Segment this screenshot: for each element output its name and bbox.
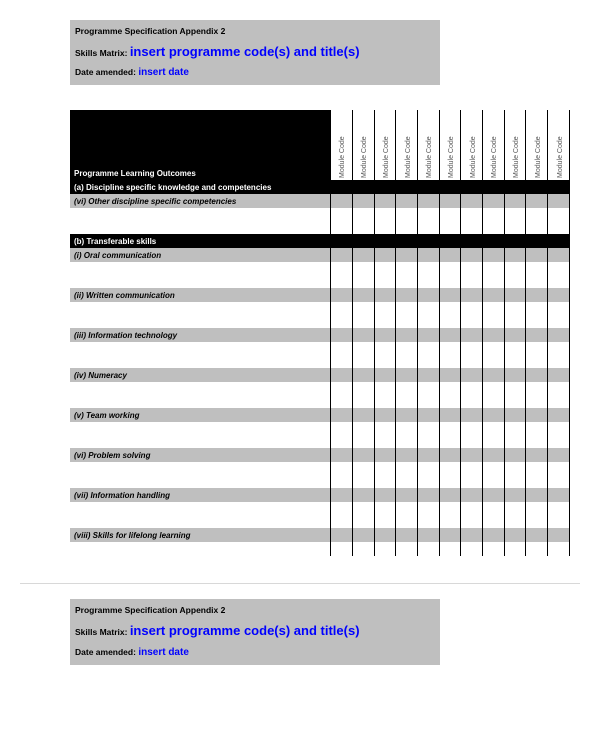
gap: [70, 208, 570, 234]
module-code-label: Module Code: [426, 137, 433, 179]
date-value: insert date: [138, 67, 189, 78]
module-code-label: Module Code: [470, 137, 477, 179]
skills-matrix-label: Skills Matrix:: [75, 48, 127, 58]
skills-matrix-table-wrap: Programme Learning Outcomes Module Code …: [70, 110, 570, 556]
skills-matrix-label-2: Skills Matrix:: [75, 627, 127, 637]
outcomes-header: Programme Learning Outcomes: [70, 110, 331, 180]
section-a-row: (a) Discipline specific knowledge and co…: [70, 180, 570, 194]
module-col-3: Module Code: [396, 110, 418, 180]
page-separator: [20, 566, 580, 584]
row-b7: (viii) Skills for lifelong learning: [70, 528, 570, 542]
appendix-title-2: Programme Specification Appendix 2: [75, 602, 435, 619]
date-value-2: insert date: [138, 647, 189, 658]
section-b-label: (b) Transferable skills: [70, 234, 331, 248]
row-b5: (vi) Problem solving: [70, 448, 570, 462]
gap: [70, 542, 570, 556]
appendix-title: Programme Specification Appendix 2: [75, 23, 435, 40]
row-b1: (ii) Written communication: [70, 288, 570, 302]
page-1: Programme Specification Appendix 2 Skill…: [0, 0, 600, 566]
row-a6: (vi) Other discipline specific competenc…: [70, 194, 570, 208]
skills-matrix-value: insert programme code(s) and title(s): [130, 44, 360, 59]
module-code-label: Module Code: [361, 137, 368, 179]
module-code-label: Module Code: [339, 137, 346, 179]
module-col-6: Module Code: [461, 110, 483, 180]
date-row: Date amended: insert date: [75, 63, 435, 82]
gap: [70, 422, 570, 448]
row-b2: (iii) Information technology: [70, 328, 570, 342]
gap: [70, 302, 570, 328]
module-code-label: Module Code: [557, 137, 564, 179]
gap: [70, 342, 570, 368]
gap: [70, 502, 570, 528]
module-col-4: Module Code: [417, 110, 439, 180]
skills-matrix-row-2: Skills Matrix: insert programme code(s) …: [75, 619, 435, 643]
module-col-8: Module Code: [504, 110, 526, 180]
row-b6: (vii) Information handling: [70, 488, 570, 502]
row-b3: (iv) Numeracy: [70, 368, 570, 382]
page-2: Programme Specification Appendix 2 Skill…: [0, 584, 600, 684]
row-b4: (v) Team working: [70, 408, 570, 422]
module-col-1: Module Code: [352, 110, 374, 180]
gap: [70, 262, 570, 288]
module-col-5: Module Code: [439, 110, 461, 180]
module-col-0: Module Code: [331, 110, 353, 180]
date-row-2: Date amended: insert date: [75, 643, 435, 662]
module-code-label: Module Code: [448, 137, 455, 179]
module-code-label: Module Code: [491, 137, 498, 179]
module-col-9: Module Code: [526, 110, 548, 180]
module-col-10: Module Code: [548, 110, 570, 180]
module-col-7: Module Code: [483, 110, 505, 180]
gap: [70, 462, 570, 488]
date-label: Date amended:: [75, 67, 136, 77]
module-code-label: Module Code: [383, 137, 390, 179]
skills-matrix-value-2: insert programme code(s) and title(s): [130, 623, 360, 638]
gap: [70, 382, 570, 408]
module-code-label: Module Code: [405, 137, 412, 179]
section-a-label: (a) Discipline specific knowledge and co…: [70, 180, 331, 194]
skills-matrix-row: Skills Matrix: insert programme code(s) …: [75, 40, 435, 64]
module-code-label: Module Code: [513, 137, 520, 179]
header-box: Programme Specification Appendix 2 Skill…: [70, 20, 440, 85]
row-b0: (i) Oral communication: [70, 248, 570, 262]
row-a6-label: (vi) Other discipline specific competenc…: [70, 194, 331, 208]
header-row: Programme Learning Outcomes Module Code …: [70, 110, 570, 180]
module-col-2: Module Code: [374, 110, 396, 180]
header-box-2: Programme Specification Appendix 2 Skill…: [70, 599, 440, 664]
section-b-row: (b) Transferable skills: [70, 234, 570, 248]
module-code-label: Module Code: [535, 137, 542, 179]
skills-matrix-table: Programme Learning Outcomes Module Code …: [70, 110, 570, 556]
date-label-2: Date amended:: [75, 647, 136, 657]
